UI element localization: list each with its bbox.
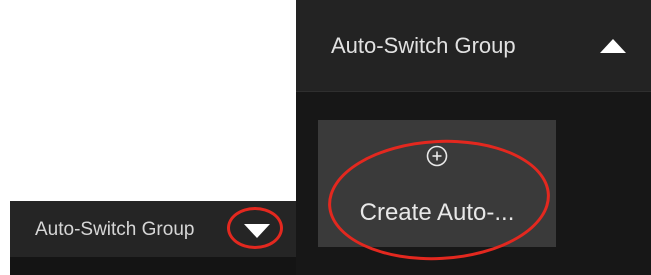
create-auto-switch-button[interactable]: Create Auto-... <box>318 120 556 247</box>
plus-circle-icon <box>426 145 448 167</box>
expanded-auto-switch-panel: Auto-Switch Group Create Auto-... <box>296 0 651 275</box>
auto-switch-group-title: Auto-Switch Group <box>35 219 195 240</box>
auto-switch-group-title: Auto-Switch Group <box>331 33 516 58</box>
caret-up-icon[interactable] <box>598 38 628 54</box>
create-auto-switch-label: Create Auto-... <box>359 199 515 226</box>
caret-down-icon[interactable] <box>242 222 272 240</box>
auto-switch-group-header-expanded[interactable]: Auto-Switch Group <box>296 0 651 92</box>
auto-switch-group-header-collapsed[interactable]: Auto-Switch Group <box>10 201 300 257</box>
collapsed-auto-switch-panel: Auto-Switch Group <box>10 201 300 275</box>
screenshot-canvas: Auto-Switch Group Auto-Switch Group Crea… <box>0 0 651 275</box>
